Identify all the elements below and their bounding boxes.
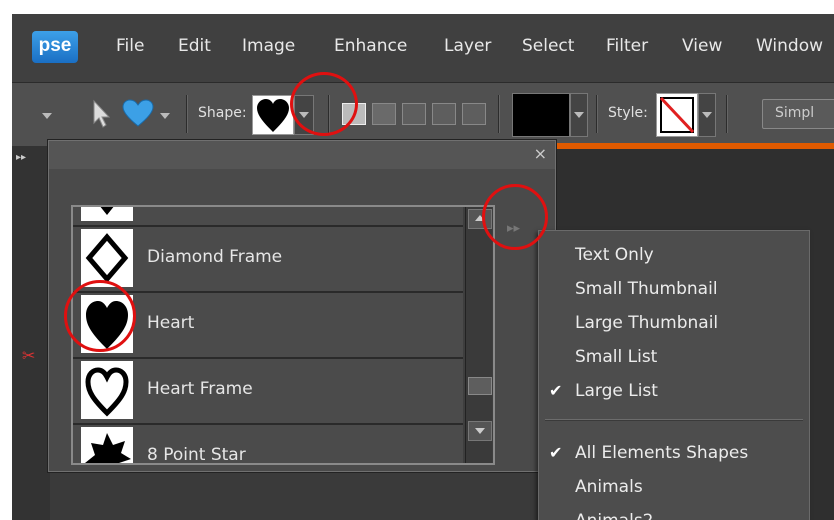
menu-item-small-list[interactable]: Small List xyxy=(575,347,657,367)
shape-name: Heart Frame xyxy=(147,379,253,399)
menu-image[interactable]: Image xyxy=(242,36,295,56)
popup-options-menu: Text Only Small Thumbnail Large Thumbnai… xyxy=(538,230,810,520)
photoshop-elements-window: pse File Edit Image Enhance Layer Select… xyxy=(12,14,834,520)
menu-view[interactable]: View xyxy=(682,36,722,56)
partial-shape-icon xyxy=(81,207,133,221)
menu-item-text-only[interactable]: Text Only xyxy=(575,245,654,265)
simplify-button[interactable]: Simpl xyxy=(762,99,834,129)
menu-divider xyxy=(545,419,803,421)
add-mode-icon[interactable] xyxy=(372,103,396,125)
cookie-cutter-icon[interactable]: ✂ xyxy=(22,346,44,368)
tool-chevron-down-icon[interactable] xyxy=(160,113,170,119)
subtract-mode-icon[interactable] xyxy=(402,103,426,125)
popup-titlebar: × xyxy=(49,141,555,169)
arrow-pointer-icon[interactable] xyxy=(88,97,116,129)
style-picker[interactable] xyxy=(656,93,698,137)
intersect-mode-icon[interactable] xyxy=(432,103,456,125)
shape-name: Heart xyxy=(147,313,195,333)
heart-icon xyxy=(257,99,289,132)
main-menu: File Edit Image Enhance Layer Select Fil… xyxy=(12,36,834,60)
list-item[interactable] xyxy=(73,207,463,227)
scroll-down-button[interactable] xyxy=(468,421,492,441)
style-label: Style: xyxy=(608,105,648,121)
toolbox-collapse-icon[interactable]: ▸▸ xyxy=(16,152,26,163)
star-icon xyxy=(81,427,133,463)
no-style-icon xyxy=(659,96,695,134)
menu-item-all-elements-shapes[interactable]: All Elements Shapes xyxy=(575,443,748,463)
exclude-mode-icon[interactable] xyxy=(462,103,486,125)
menu-item-large-list[interactable]: Large List xyxy=(575,381,658,401)
menu-layer[interactable]: Layer xyxy=(444,36,491,56)
shape-label: Shape: xyxy=(198,105,247,121)
chevron-down-icon xyxy=(702,112,712,118)
menu-item-large-thumbnail[interactable]: Large Thumbnail xyxy=(575,313,718,333)
menu-item-animals[interactable]: Animals xyxy=(575,477,643,497)
toolbox: ▸▸ ✂ xyxy=(12,146,50,520)
scroll-thumb[interactable] xyxy=(468,377,492,395)
highlight-ring xyxy=(64,280,136,352)
menu-file[interactable]: File xyxy=(116,36,144,56)
color-swatch[interactable] xyxy=(512,93,570,137)
style-dropdown[interactable] xyxy=(698,93,716,137)
menu-bar: pse File Edit Image Enhance Layer Select… xyxy=(12,14,834,82)
list-item[interactable]: 8 Point Star xyxy=(73,425,463,465)
shape-name: Diamond Frame xyxy=(147,247,283,267)
list-scrollbar[interactable] xyxy=(465,207,492,463)
heart-frame-icon xyxy=(81,361,133,419)
options-bar: Shape: Style: Simpl xyxy=(12,82,834,147)
list-item[interactable]: Heart Frame xyxy=(73,359,463,425)
shape-picker[interactable] xyxy=(252,95,294,135)
menu-select[interactable]: Select xyxy=(522,36,574,56)
chevron-down-icon xyxy=(475,428,485,434)
shape-list: Diamond Frame Heart Heart Frame 8 Point … xyxy=(71,205,495,465)
list-item[interactable]: Diamond Frame xyxy=(73,227,463,293)
color-dropdown[interactable] xyxy=(570,93,588,137)
menu-item-small-thumbnail[interactable]: Small Thumbnail xyxy=(575,279,718,299)
shape-name: 8 Point Star xyxy=(147,445,246,465)
highlight-ring xyxy=(290,72,358,136)
checkmark-icon: ✔ xyxy=(549,381,563,400)
custom-shape-tool-icon[interactable] xyxy=(120,97,156,129)
menu-item-animals2[interactable]: Animals2 xyxy=(575,511,654,520)
checkmark-icon: ✔ xyxy=(549,443,563,462)
menu-filter[interactable]: Filter xyxy=(606,36,648,56)
diamond-frame-icon xyxy=(81,229,133,287)
close-icon[interactable]: × xyxy=(534,144,547,163)
tool-preset-chevron-down-icon[interactable] xyxy=(42,113,52,119)
chevron-down-icon xyxy=(574,112,584,118)
menu-edit[interactable]: Edit xyxy=(178,36,211,56)
menu-window[interactable]: Window xyxy=(756,36,823,56)
highlight-ring xyxy=(482,184,548,250)
menu-enhance[interactable]: Enhance xyxy=(334,36,407,56)
